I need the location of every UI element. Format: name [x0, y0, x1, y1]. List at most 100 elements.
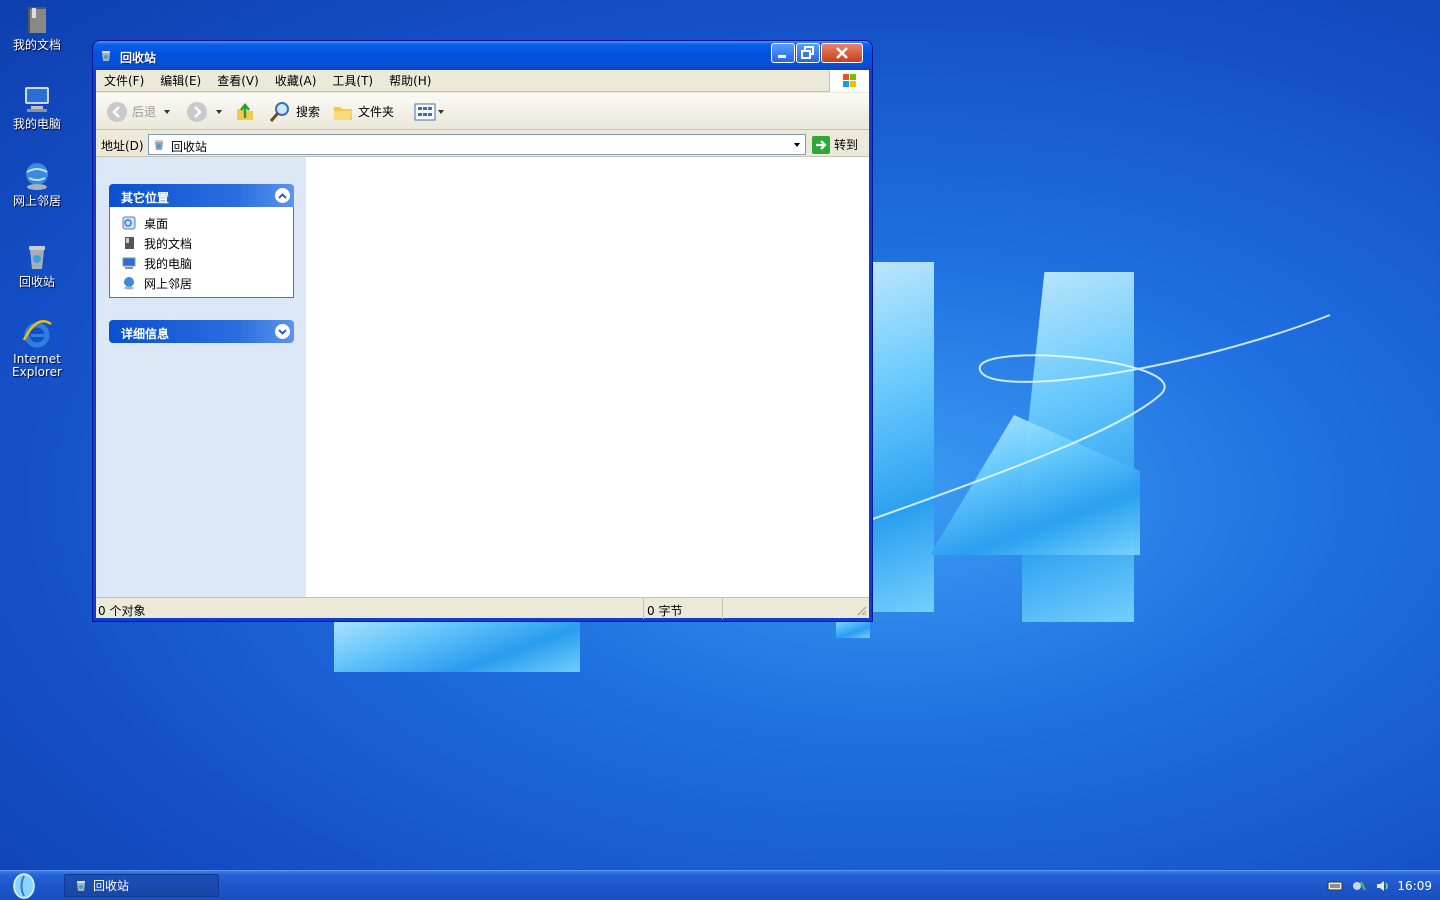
menu-help[interactable]: 帮助(H)	[381, 72, 439, 89]
close-button[interactable]	[821, 43, 863, 63]
standard-toolbar: 后退 搜索 文件夹	[96, 93, 869, 130]
place-item-my-computer[interactable]: 我的电脑	[110, 253, 293, 273]
place-label: 网上邻居	[144, 276, 193, 291]
window-client: 文件(F) 编辑(E) 查看(V) 收藏(A) 工具(T) 帮助(H) 后退 搜…	[96, 70, 869, 619]
address-input[interactable]: 回收站	[148, 134, 806, 155]
taskbar-item-recycle-bin[interactable]: 回收站	[64, 874, 219, 897]
desktop-icon-network-places[interactable]: 网上邻居	[6, 160, 68, 208]
views-button[interactable]	[414, 93, 444, 130]
chevron-down-icon	[216, 109, 222, 114]
recycle-bin-icon	[155, 140, 163, 150]
other-places-panel: 其它位置 桌面 我的文档 我的电脑 网上邻居	[109, 184, 294, 298]
place-label: 桌面	[144, 216, 169, 231]
clock[interactable]: 16:09	[1397, 879, 1432, 893]
wallpaper-shape	[334, 612, 580, 672]
recycle-bin-icon	[77, 880, 85, 891]
status-size: 0 字节	[645, 598, 723, 619]
network-places-icon	[26, 163, 48, 190]
chevron-down-icon	[438, 109, 444, 114]
close-icon	[836, 47, 848, 59]
search-icon	[269, 101, 289, 122]
address-dropdown-button[interactable]	[788, 135, 805, 154]
address-value: 回收站	[171, 140, 208, 154]
search-label: 搜索	[296, 105, 321, 119]
window-titlebar[interactable]: 回收站	[93, 41, 872, 70]
menu-favorites[interactable]: 收藏(A)	[267, 72, 325, 89]
file-list-area[interactable]	[306, 157, 869, 597]
resize-grip-icon[interactable]	[855, 604, 867, 616]
my-computer-icon	[25, 87, 49, 112]
desktop-icon-label: 网上邻居	[12, 194, 61, 208]
wallpaper-swoosh	[869, 314, 1331, 521]
internet-explorer-icon	[22, 320, 52, 348]
content-area: 其它位置 桌面 我的文档 我的电脑 网上邻居 详细信息	[96, 157, 869, 597]
folder-icon	[334, 106, 352, 120]
my-documents-icon	[125, 237, 134, 249]
windows-logo	[829, 70, 869, 92]
menu-file[interactable]: 文件(F)	[96, 72, 152, 89]
other-places-header[interactable]: 其它位置	[109, 184, 294, 207]
collapse-button[interactable]	[275, 188, 290, 203]
recycle-bin-icon	[102, 51, 110, 61]
chevron-down-icon	[278, 328, 287, 335]
desktop-icon-internet-explorer[interactable]: Internet Explorer	[6, 318, 68, 379]
taskbar-item-label: 回收站	[93, 879, 130, 893]
folders-label: 文件夹	[358, 105, 395, 119]
other-places-title: 其它位置	[121, 191, 170, 205]
desktop-icon-label: 回收站	[18, 275, 55, 289]
network-status-icon[interactable]	[1351, 878, 1367, 894]
chevron-up-icon	[278, 192, 287, 199]
folders-button[interactable]: 文件夹	[332, 93, 394, 130]
windows-flag-icon	[843, 74, 856, 87]
taskbar: 回收站 16:09	[0, 870, 1440, 900]
status-object-count: 0 个对象	[96, 598, 644, 619]
go-button[interactable]: 转到	[812, 134, 858, 155]
window-title: 回收站	[120, 51, 157, 65]
desktop-icon-label: 我的文档	[12, 38, 61, 52]
menu-bar: 文件(F) 编辑(E) 查看(V) 收藏(A) 工具(T) 帮助(H)	[96, 70, 869, 92]
my-computer-icon	[122, 257, 136, 269]
desktop-icon-recycle-bin[interactable]: 回收站	[6, 241, 68, 289]
place-label: 我的电脑	[144, 256, 193, 271]
menu-view[interactable]: 查看(V)	[209, 72, 267, 89]
restore-icon	[801, 46, 814, 59]
address-bar: 地址(D) 回收站 转到	[96, 131, 869, 157]
desktop-icon	[122, 216, 136, 230]
desktop-icon-label: Internet Explorer	[12, 352, 62, 379]
back-label: 后退	[132, 105, 157, 119]
volume-icon[interactable]	[1375, 878, 1389, 894]
views-grid-icon	[414, 103, 436, 120]
menu-tools[interactable]: 工具(T)	[324, 72, 381, 89]
go-arrow-icon	[812, 135, 830, 154]
keyboard-icon[interactable]	[1327, 880, 1343, 892]
menu-edit[interactable]: 编辑(E)	[152, 72, 209, 89]
details-header[interactable]: 详细信息	[109, 320, 294, 343]
recycle-bin-icon	[29, 246, 45, 269]
system-tray: 16:09	[1327, 871, 1440, 900]
up-folder-button[interactable]	[234, 93, 256, 130]
place-item-desktop[interactable]: 桌面	[110, 213, 293, 233]
other-places-list: 桌面 我的文档 我的电脑 网上邻居	[109, 207, 294, 298]
search-button[interactable]: 搜索	[268, 93, 320, 130]
place-item-network-places[interactable]: 网上邻居	[110, 273, 293, 293]
my-documents-icon	[28, 7, 46, 33]
details-title: 详细信息	[121, 327, 170, 341]
restore-button[interactable]	[796, 43, 820, 63]
place-label: 我的文档	[144, 236, 193, 251]
place-item-my-documents[interactable]: 我的文档	[110, 233, 293, 253]
recycle-bin-window: 回收站 文件(F) 编辑(E) 查看(V) 收藏(A) 工具(T) 帮助(H)	[93, 41, 872, 621]
wallpaper-shape	[872, 262, 934, 612]
expand-button[interactable]	[275, 324, 290, 339]
desktop-icon-my-documents[interactable]: 我的文档	[6, 4, 68, 52]
desktop-icon-my-computer[interactable]: 我的电脑	[6, 83, 68, 131]
back-button[interactable]: 后退	[106, 93, 171, 130]
minimize-button[interactable]	[771, 43, 795, 63]
forward-button[interactable]	[186, 93, 222, 130]
start-button[interactable]	[12, 873, 36, 899]
forward-arrow-icon	[187, 101, 207, 122]
go-label: 转到	[834, 138, 859, 152]
chevron-down-icon	[793, 142, 800, 147]
back-arrow-icon	[107, 101, 127, 122]
address-label: 地址(D)	[101, 139, 144, 153]
minimize-icon	[778, 55, 786, 58]
